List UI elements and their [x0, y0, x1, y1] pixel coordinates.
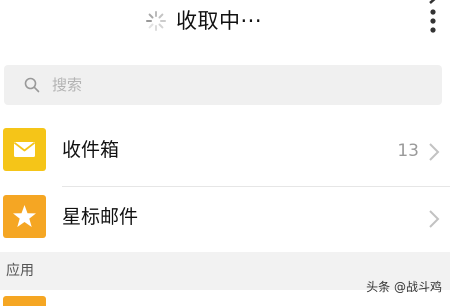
- star-icon: [3, 195, 46, 238]
- chevron-right-icon: [428, 209, 440, 229]
- inbox-unread-count: 13: [397, 141, 419, 161]
- starred-label: 星标邮件: [62, 206, 139, 228]
- search-placeholder: 搜索: [52, 76, 83, 94]
- search-icon: [24, 77, 40, 93]
- list-item-starred[interactable]: 星标邮件: [0, 187, 450, 253]
- search-area: 搜索: [0, 55, 450, 117]
- inbox-label: 收件箱: [62, 139, 120, 161]
- app-icon: [3, 296, 46, 306]
- section-title: 应用: [6, 263, 34, 279]
- watermark: 头条 @战斗鸡: [366, 280, 442, 294]
- loading-spinner-icon: [145, 10, 167, 32]
- page-title: 收取中···: [176, 9, 263, 33]
- more-vertical-icon[interactable]: [424, 0, 442, 36]
- list-item-inbox[interactable]: 收件箱 13: [0, 120, 450, 186]
- envelope-icon: [3, 128, 46, 171]
- top-bar: 收取中···: [0, 0, 450, 48]
- chevron-right-icon: [428, 142, 440, 162]
- search-input[interactable]: 搜索: [4, 65, 442, 105]
